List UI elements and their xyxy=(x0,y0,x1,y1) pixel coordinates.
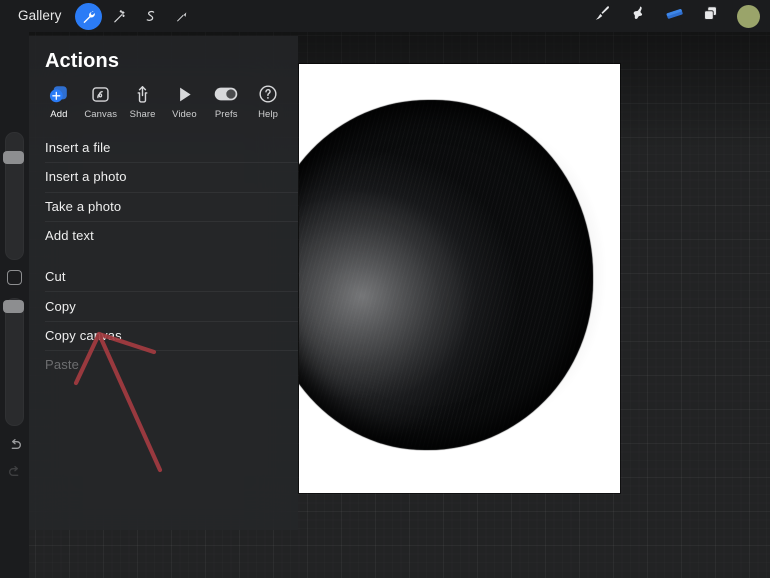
menu-item-take-a-photo[interactable]: Take a photo xyxy=(29,191,298,221)
tab-prefs-label: Prefs xyxy=(214,109,238,120)
actions-menu: Insert a file Insert a photo Take a phot… xyxy=(29,133,298,379)
menu-group-divider xyxy=(29,250,298,262)
menu-item-add-text[interactable]: Add text xyxy=(29,220,298,250)
menu-item-paste: Paste xyxy=(29,350,298,379)
adjustments-button[interactable] xyxy=(106,3,133,30)
top-toolbar-right-group xyxy=(587,2,770,30)
actions-panel: Actions Add Canvas Share Video Prefs Hel… xyxy=(29,36,298,530)
artwork-canvas[interactable] xyxy=(299,64,620,493)
menu-item-copy[interactable]: Copy xyxy=(29,291,298,320)
opacity-slider-thumb[interactable] xyxy=(3,300,24,313)
color-swatch-button[interactable] xyxy=(737,4,760,28)
layers-button[interactable] xyxy=(695,2,725,30)
tab-help[interactable]: Help xyxy=(247,83,289,120)
tab-share-label: Share xyxy=(129,109,156,120)
brush-size-slider-thumb[interactable] xyxy=(3,151,24,164)
tab-prefs[interactable]: Prefs xyxy=(205,83,247,120)
layers-icon xyxy=(701,4,720,28)
smudge-icon xyxy=(629,4,648,28)
menu-item-cut[interactable]: Cut xyxy=(29,262,298,291)
menu-item-insert-a-file[interactable]: Insert a file xyxy=(29,133,298,162)
canvas-icon xyxy=(90,83,111,105)
ink-blob-artwork xyxy=(299,64,620,493)
left-tool-rail xyxy=(0,32,29,578)
paintbrush-icon xyxy=(593,4,612,28)
redo-button[interactable] xyxy=(5,462,24,481)
tab-add[interactable]: Add xyxy=(38,83,80,120)
tab-canvas-label: Canvas xyxy=(84,109,118,120)
s-curve-icon xyxy=(143,9,158,24)
arrow-transform-icon xyxy=(174,9,189,24)
add-plus-icon xyxy=(48,83,69,105)
modify-button[interactable] xyxy=(7,270,22,285)
panel-title: Actions xyxy=(45,50,120,72)
menu-group-insert: Insert a file Insert a photo Take a phot… xyxy=(29,133,298,250)
video-play-icon xyxy=(174,83,195,105)
question-mark-icon xyxy=(258,83,278,105)
menu-item-insert-a-photo[interactable]: Insert a photo xyxy=(29,162,298,191)
transform-button[interactable] xyxy=(168,3,195,30)
menu-group-clipboard: Cut Copy Copy canvas Paste xyxy=(29,262,298,379)
undo-button[interactable] xyxy=(5,435,24,454)
smudge-button[interactable] xyxy=(623,2,653,30)
paint-brush-button[interactable] xyxy=(587,2,617,30)
actions-wrench-button[interactable] xyxy=(75,2,103,30)
tab-add-label: Add xyxy=(50,109,68,120)
toggle-switch-icon xyxy=(214,83,238,105)
procreate-app-window: Gallery Actions Add Canvas Share Video P… xyxy=(0,0,770,578)
menu-item-copy-canvas[interactable]: Copy canvas xyxy=(29,320,298,350)
tab-share[interactable]: Share xyxy=(122,83,164,120)
eraser-button[interactable] xyxy=(659,2,689,30)
top-toolbar: Gallery xyxy=(0,0,770,32)
panel-tab-row: Add Canvas Share Video Prefs Help xyxy=(29,73,298,120)
tab-canvas[interactable]: Canvas xyxy=(80,83,122,120)
opacity-slider[interactable] xyxy=(5,298,24,426)
tab-video-label: Video xyxy=(172,109,197,120)
tab-help-label: Help xyxy=(258,109,279,120)
tab-video[interactable]: Video xyxy=(163,83,205,120)
share-upload-icon xyxy=(132,83,153,105)
eraser-icon xyxy=(664,3,685,29)
wrench-icon xyxy=(81,9,96,24)
magic-wand-icon xyxy=(112,9,127,24)
gallery-button[interactable]: Gallery xyxy=(8,5,71,27)
selection-button[interactable] xyxy=(137,3,164,30)
top-toolbar-left-group: Gallery xyxy=(0,2,195,30)
